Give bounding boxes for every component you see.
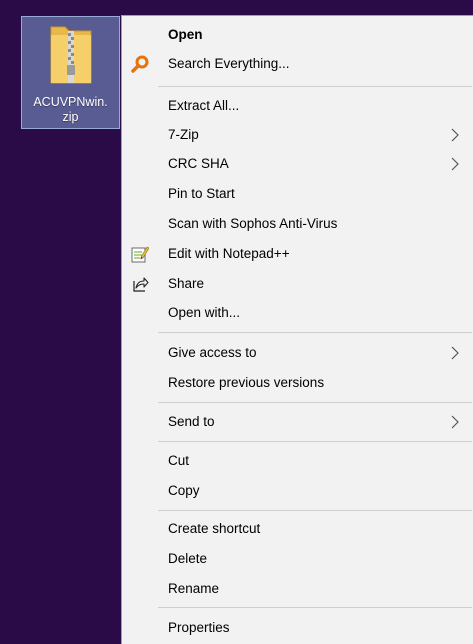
- menu-item-cut[interactable]: Cut: [122, 446, 473, 475]
- menu-item-label: Cut: [168, 453, 190, 468]
- menu-separator: [158, 86, 472, 87]
- menu-separator: [158, 441, 472, 442]
- menu-item-label: Scan with Sophos Anti-Virus: [168, 216, 338, 231]
- menu-item-share[interactable]: Share: [122, 269, 473, 298]
- menu-separator: [158, 402, 472, 403]
- menu-item-7-zip[interactable]: 7-Zip: [122, 120, 473, 149]
- menu-separator: [158, 607, 472, 608]
- menu-item-delete[interactable]: Delete: [122, 544, 473, 573]
- menu-item-label: Give access to: [168, 345, 257, 360]
- menu-item-search-everything[interactable]: Search Everything...: [122, 49, 473, 78]
- menu-item-label: Pin to Start: [168, 186, 235, 201]
- chevron-right-icon: [451, 415, 459, 429]
- menu-item-label: Rename: [168, 581, 220, 596]
- chevron-right-icon: [451, 157, 459, 171]
- menu-item-give-access-to[interactable]: Give access to: [122, 338, 473, 367]
- zip-folder-icon: [50, 26, 92, 84]
- menu-item-label: Copy: [168, 483, 200, 498]
- menu-separator: [158, 332, 472, 333]
- desktop-file-acuvpnwin-zip[interactable]: ACUVPNwin. zip: [21, 16, 120, 129]
- menu-item-label: Properties: [168, 620, 230, 635]
- menu-item-properties[interactable]: Properties: [122, 613, 473, 642]
- menu-item-label: Extract All...: [168, 98, 240, 113]
- menu-item-create-shortcut[interactable]: Create shortcut: [122, 514, 473, 543]
- menu-item-label: Open with...: [168, 305, 241, 320]
- notepad-plus-plus-icon: [130, 244, 150, 264]
- menu-item-label: Search Everything...: [168, 56, 290, 71]
- menu-item-open-with[interactable]: Open with...: [122, 298, 473, 327]
- context-menu: Open Search Everything... Extract All...…: [121, 15, 473, 644]
- file-name-label: ACUVPNwin. zip: [22, 95, 119, 125]
- desktop: ACUVPNwin. zip Open Search Everything...…: [0, 0, 473, 644]
- menu-item-crc-sha[interactable]: CRC SHA: [122, 149, 473, 178]
- chevron-right-icon: [451, 346, 459, 360]
- menu-item-label: Restore previous versions: [168, 375, 325, 390]
- menu-item-label: Create shortcut: [168, 521, 261, 536]
- menu-item-rename[interactable]: Rename: [122, 574, 473, 603]
- menu-item-edit-notepad-plus-plus[interactable]: Edit with Notepad++: [122, 239, 473, 268]
- menu-item-restore-previous-versions[interactable]: Restore previous versions: [122, 368, 473, 397]
- file-name-line-1: ACUVPNwin.: [33, 95, 108, 109]
- search-icon: [130, 54, 150, 74]
- chevron-right-icon: [451, 128, 459, 142]
- menu-item-label: 7-Zip: [168, 127, 199, 142]
- menu-item-copy[interactable]: Copy: [122, 476, 473, 505]
- menu-item-scan-sophos[interactable]: Scan with Sophos Anti-Virus: [122, 209, 473, 238]
- menu-item-label: Edit with Notepad++: [168, 246, 290, 261]
- menu-item-label: Send to: [168, 414, 215, 429]
- share-icon: [130, 274, 150, 294]
- file-name-line-2: zip: [62, 110, 79, 124]
- menu-item-extract-all[interactable]: Extract All...: [122, 91, 473, 120]
- menu-separator: [158, 510, 472, 511]
- menu-item-send-to[interactable]: Send to: [122, 407, 473, 436]
- menu-item-label: CRC SHA: [168, 156, 229, 171]
- menu-item-pin-to-start[interactable]: Pin to Start: [122, 179, 473, 208]
- menu-item-label: Share: [168, 276, 205, 291]
- menu-item-label: Open: [168, 27, 203, 42]
- menu-item-open[interactable]: Open: [122, 20, 473, 49]
- menu-item-label: Delete: [168, 551, 208, 566]
